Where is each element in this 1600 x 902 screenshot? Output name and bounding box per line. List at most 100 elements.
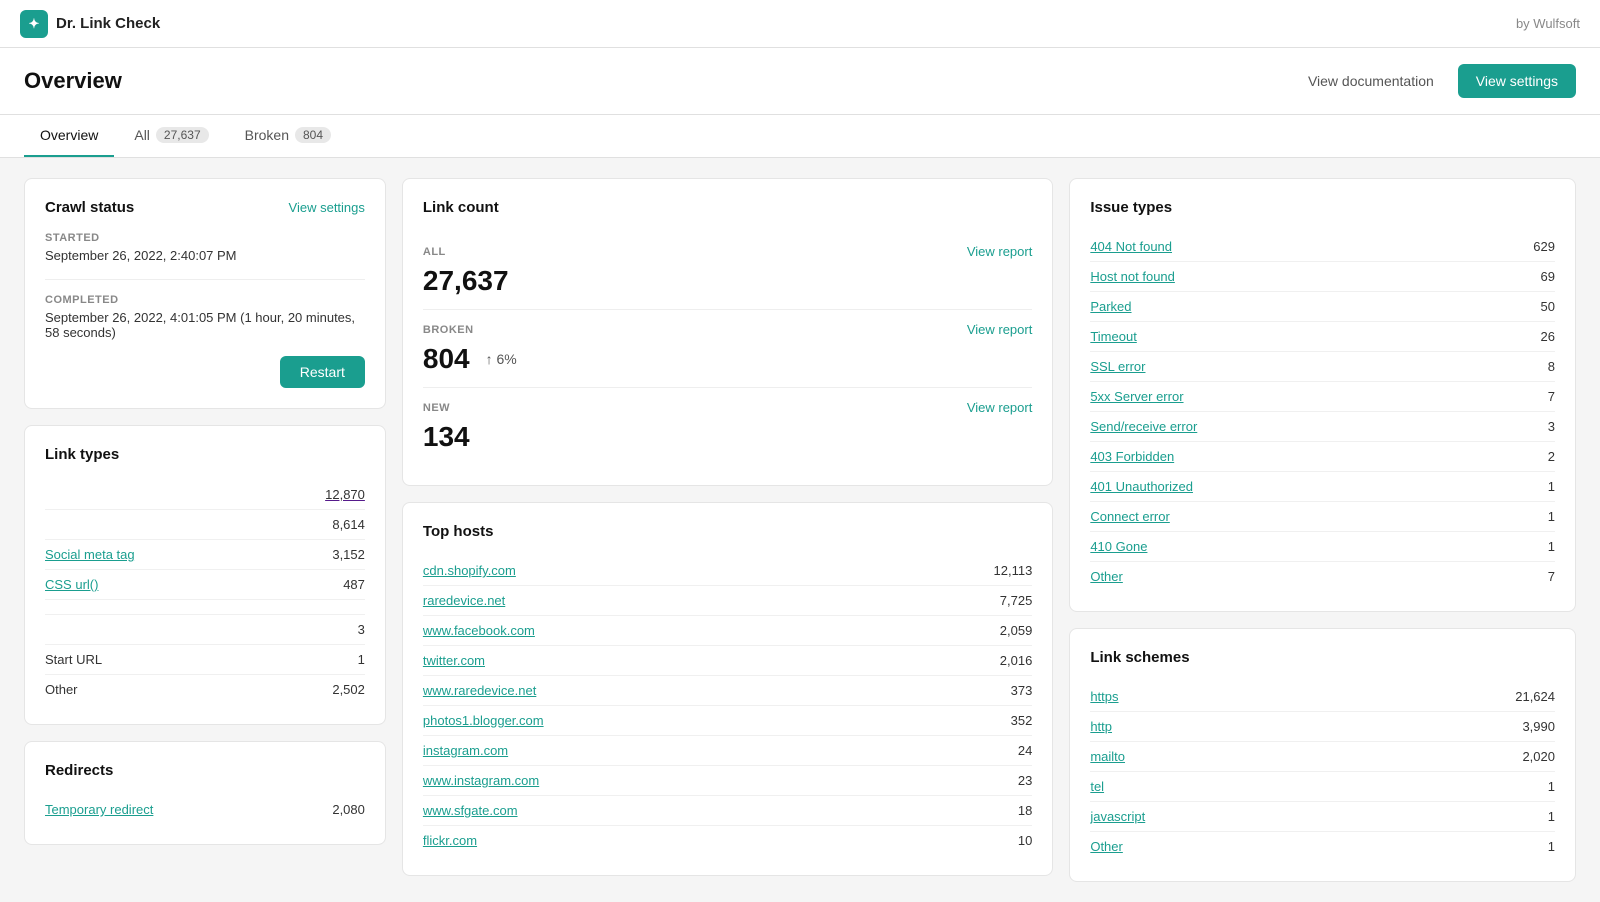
issue-name[interactable]: Other — [1090, 569, 1123, 584]
issue-count: 629 — [1533, 239, 1555, 254]
tab-broken[interactable]: Broken 804 — [229, 115, 347, 157]
scheme-row: javascript 1 — [1090, 802, 1555, 832]
host-name[interactable]: instagram.com — [423, 743, 508, 758]
host-name[interactable]: flickr.com — [423, 833, 477, 848]
issue-row: SSL error 8 — [1090, 352, 1555, 382]
scheme-count: 2,020 — [1522, 749, 1555, 764]
host-name[interactable]: www.instagram.com — [423, 773, 539, 788]
issue-count: 69 — [1541, 269, 1555, 284]
scheme-name[interactable]: javascript — [1090, 809, 1145, 824]
link-count-sections: ALL View report 27,637 BROKEN View repor… — [423, 232, 1032, 465]
scheme-count: 3,990 — [1522, 719, 1555, 734]
host-row: twitter.com 2,016 — [423, 646, 1032, 676]
issue-name[interactable]: 403 Forbidden — [1090, 449, 1174, 464]
link-type-name: Other — [45, 682, 78, 697]
issue-row: Send/receive error 3 — [1090, 412, 1555, 442]
link-type-count: 487 — [343, 577, 365, 592]
issue-name[interactable]: Parked — [1090, 299, 1131, 314]
host-name[interactable]: twitter.com — [423, 653, 485, 668]
view-settings-button[interactable]: View settings — [1458, 64, 1576, 98]
issue-name[interactable]: Timeout — [1090, 329, 1136, 344]
issue-types-title: Issue types — [1090, 199, 1555, 216]
host-name[interactable]: www.facebook.com — [423, 623, 535, 638]
link-count-section: NEW View report 134 — [423, 388, 1032, 465]
issue-name[interactable]: 5xx Server error — [1090, 389, 1183, 404]
restart-container: Restart — [45, 356, 365, 388]
issue-name[interactable]: Connect error — [1090, 509, 1169, 524]
lc-trend: ↑ 6% — [486, 351, 517, 367]
issue-name[interactable]: 401 Unauthorized — [1090, 479, 1193, 494]
crawl-status-view-settings[interactable]: View settings — [289, 200, 365, 215]
redirects-card: Redirects Temporary redirect 2,080 — [24, 741, 386, 845]
issue-count: 3 — [1548, 419, 1555, 434]
top-hosts-card: Top hosts cdn.shopify.com 12,113 raredev… — [402, 502, 1053, 876]
tabs-bar: Overview All 27,637 Broken 804 — [0, 115, 1600, 158]
issue-row: Other 7 — [1090, 562, 1555, 591]
started-section: STARTED September 26, 2022, 2:40:07 PM — [45, 232, 365, 263]
issue-count: 2 — [1548, 449, 1555, 464]
view-report-button[interactable]: View report — [967, 244, 1033, 259]
view-docs-button[interactable]: View documentation — [1296, 65, 1446, 97]
view-report-button[interactable]: View report — [967, 400, 1033, 415]
redirects-title: Redirects — [45, 762, 365, 779]
scheme-count: 21,624 — [1515, 689, 1555, 704]
issue-row: Parked 50 — [1090, 292, 1555, 322]
link-type-row: CSS url() 487 — [45, 570, 365, 600]
crawl-status-title: Crawl status — [45, 199, 134, 216]
lc-number: 804 — [423, 343, 470, 375]
restart-button[interactable]: Restart — [280, 356, 365, 388]
tab-overview[interactable]: Overview — [24, 115, 114, 157]
issue-row: Connect error 1 — [1090, 502, 1555, 532]
host-name[interactable]: photos1.blogger.com — [423, 713, 544, 728]
issue-count: 50 — [1541, 299, 1555, 314]
issue-row: Timeout 26 — [1090, 322, 1555, 352]
lc-label: NEW — [423, 402, 450, 414]
issue-count: 26 — [1541, 329, 1555, 344]
top-hosts-title: Top hosts — [423, 523, 1032, 540]
view-report-button[interactable]: View report — [967, 322, 1033, 337]
host-row: www.facebook.com 2,059 — [423, 616, 1032, 646]
host-row: cdn.shopify.com 12,113 — [423, 556, 1032, 586]
link-type-count: 8,614 — [332, 517, 365, 532]
host-name[interactable]: cdn.shopify.com — [423, 563, 516, 578]
link-type-count: 3 — [358, 622, 365, 637]
issue-name[interactable]: SSL error — [1090, 359, 1145, 374]
host-row: photos1.blogger.com 352 — [423, 706, 1032, 736]
issue-name[interactable]: Host not found — [1090, 269, 1175, 284]
link-type-name[interactable]: Social meta tag — [45, 547, 135, 562]
scheme-name[interactable]: http — [1090, 719, 1112, 734]
lc-header: BROKEN View report — [423, 322, 1032, 337]
issue-row: 403 Forbidden 2 — [1090, 442, 1555, 472]
host-count: 2,016 — [1000, 653, 1033, 668]
lc-number: 134 — [423, 421, 470, 453]
left-column: Crawl status View settings STARTED Septe… — [24, 178, 386, 845]
link-count-card: Link count ALL View report 27,637 BROKEN… — [402, 178, 1053, 486]
tab-all[interactable]: All 27,637 — [118, 115, 224, 157]
completed-section: COMPLETED September 26, 2022, 4:01:05 PM… — [45, 294, 365, 340]
lc-label: BROKEN — [423, 324, 474, 336]
redirect-name[interactable]: Temporary redirect — [45, 802, 153, 817]
issue-name[interactable]: Send/receive error — [1090, 419, 1197, 434]
started-value: September 26, 2022, 2:40:07 PM — [45, 248, 365, 263]
host-row: raredevice.net 7,725 — [423, 586, 1032, 616]
issue-name[interactable]: 404 Not found — [1090, 239, 1172, 254]
issue-row: 401 Unauthorized 1 — [1090, 472, 1555, 502]
link-type-name[interactable]: CSS url() — [45, 577, 98, 592]
top-hosts-list: cdn.shopify.com 12,113 raredevice.net 7,… — [423, 556, 1032, 855]
tab-broken-label: Broken — [245, 127, 289, 143]
scheme-name[interactable]: Other — [1090, 839, 1123, 854]
host-name[interactable]: raredevice.net — [423, 593, 505, 608]
scheme-name[interactable]: mailto — [1090, 749, 1125, 764]
link-type-row: 12,870 — [45, 479, 365, 510]
issue-name[interactable]: 410 Gone — [1090, 539, 1147, 554]
scheme-name[interactable]: tel — [1090, 779, 1104, 794]
redirect-count: 2,080 — [332, 802, 365, 817]
link-type-row: Social meta tag 3,152 — [45, 540, 365, 570]
redirect-row: Temporary redirect 2,080 — [45, 795, 365, 824]
scheme-name[interactable]: https — [1090, 689, 1118, 704]
link-types-list: 12,870 8,614 Social meta tag 3,152 CSS u… — [45, 479, 365, 704]
host-name[interactable]: www.raredevice.net — [423, 683, 536, 698]
host-name[interactable]: www.sfgate.com — [423, 803, 518, 818]
link-type-row: Start URL 1 — [45, 645, 365, 675]
page-title: Overview — [24, 68, 122, 94]
